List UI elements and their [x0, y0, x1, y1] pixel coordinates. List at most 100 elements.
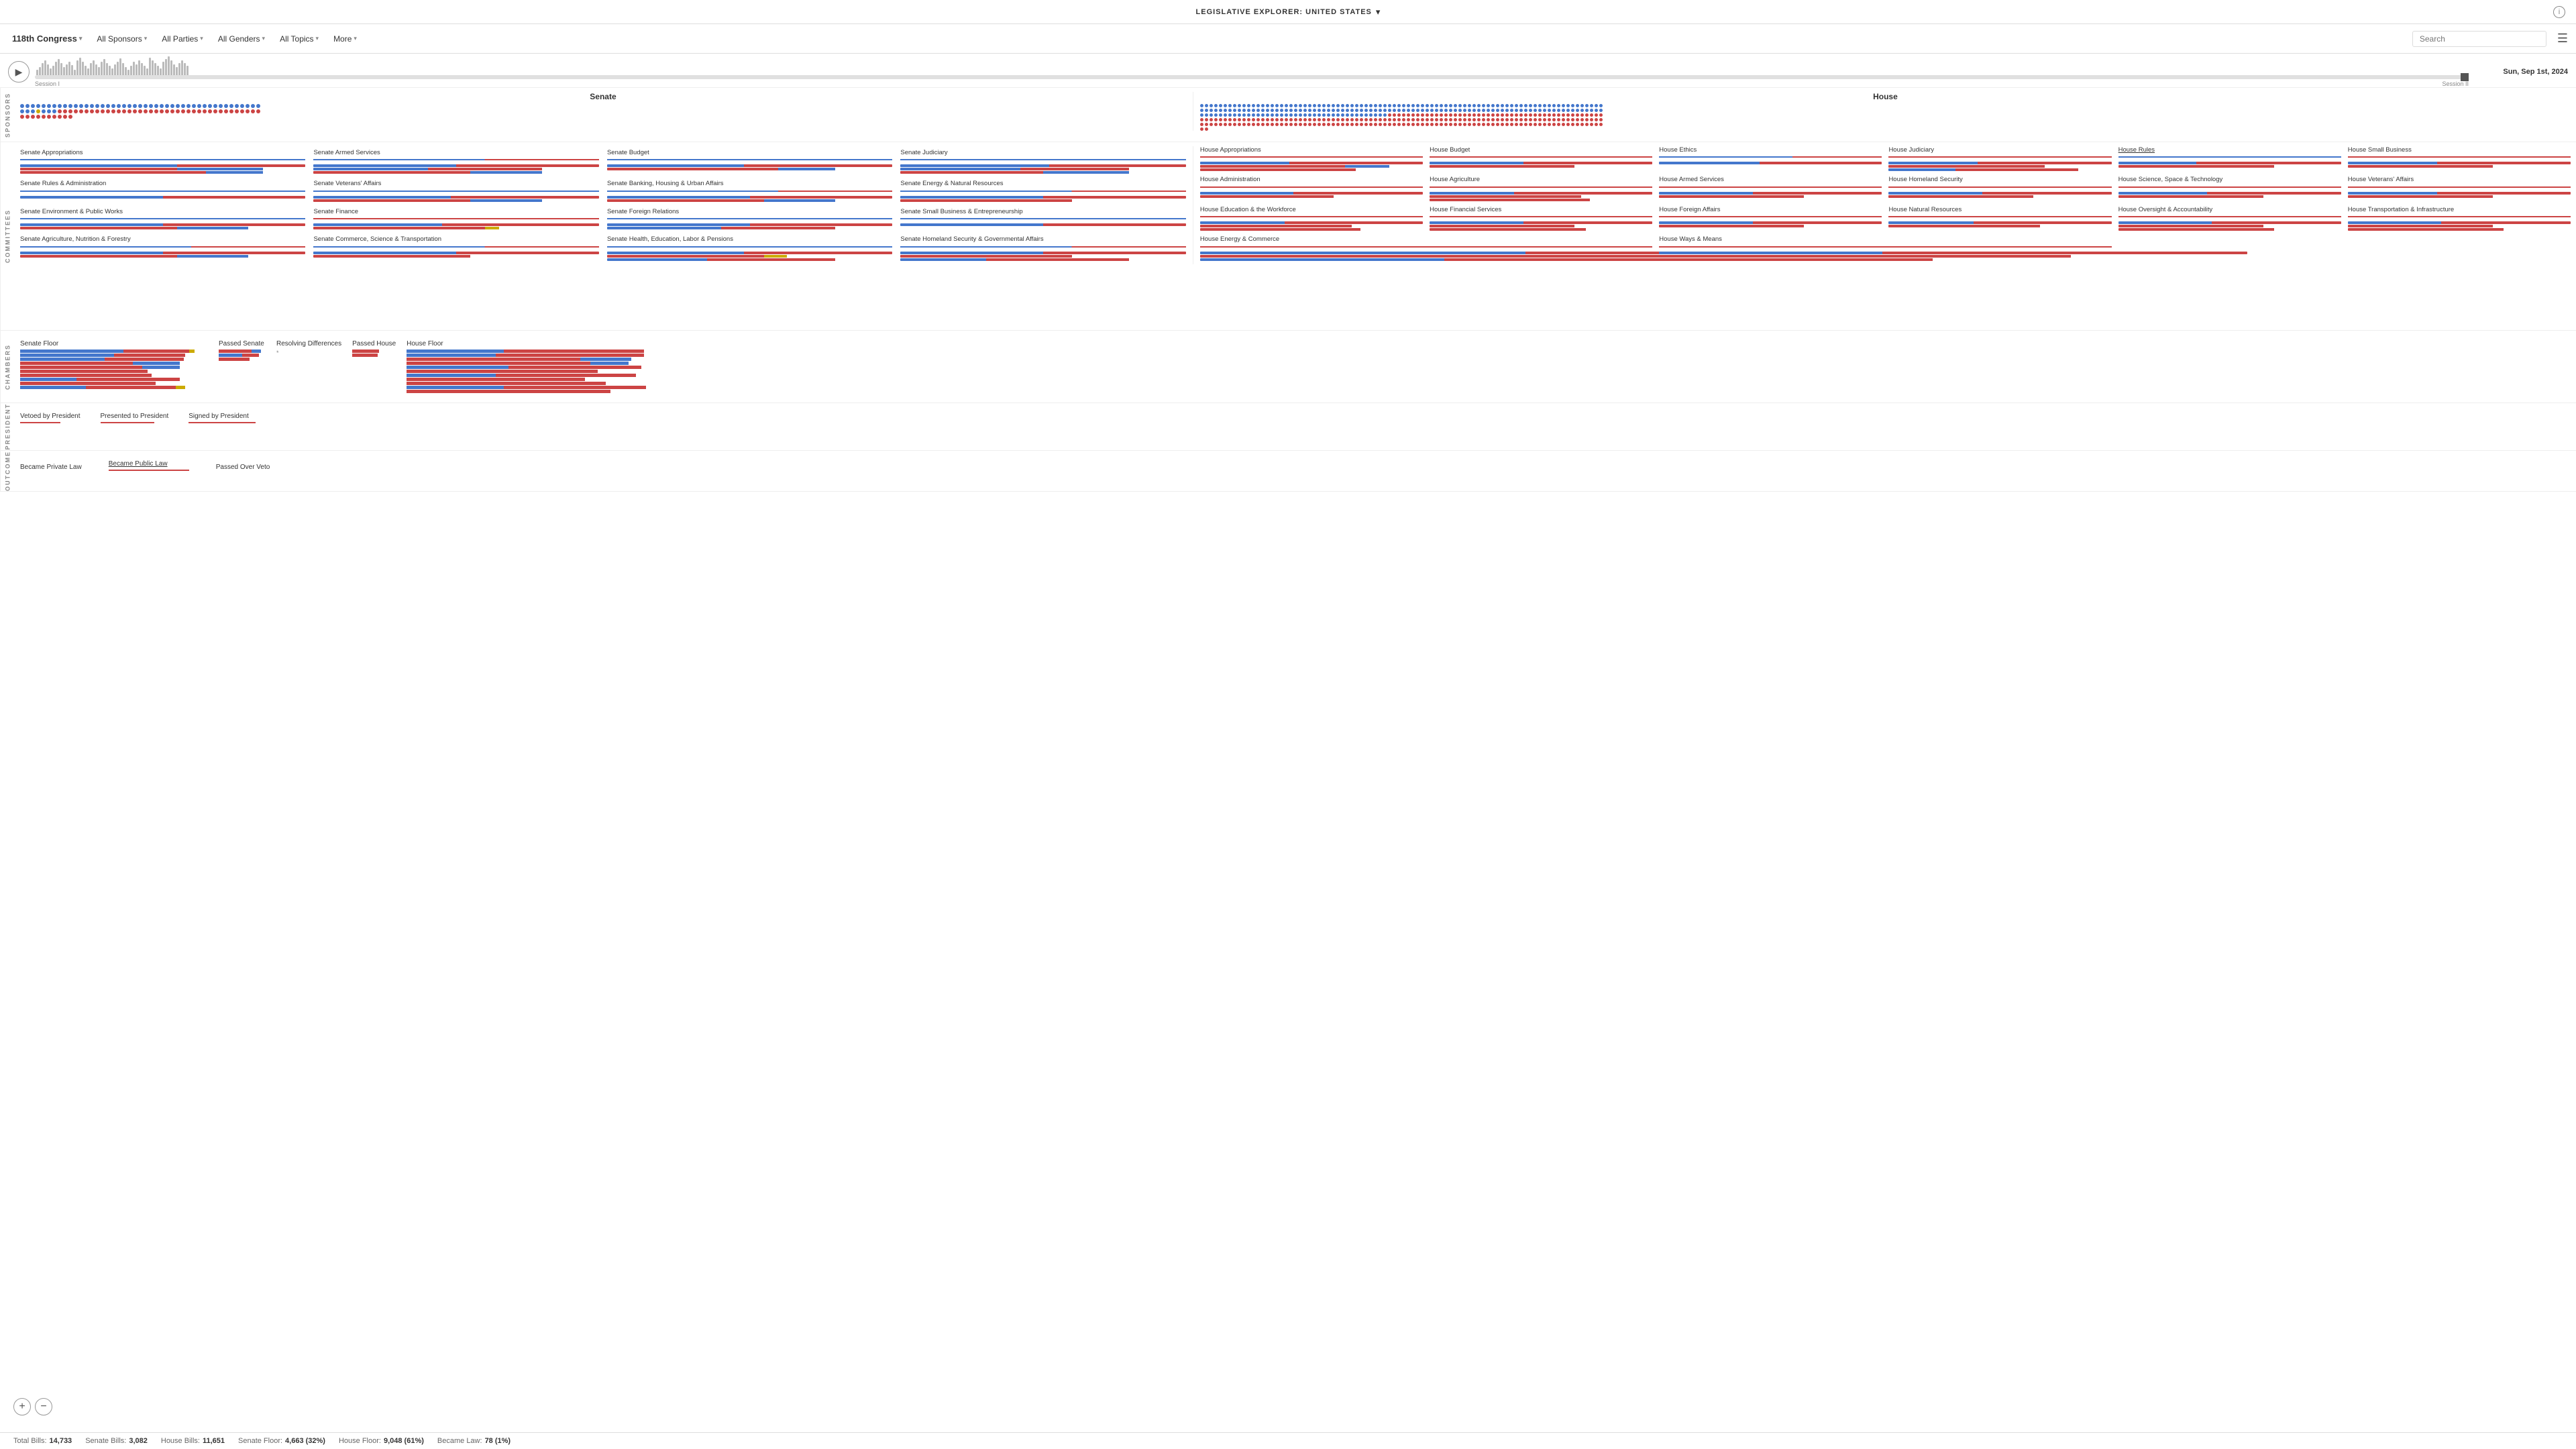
senate-bills-stat: Senate Bills: 3,082	[85, 1437, 148, 1445]
house-committee-budget[interactable]: House Budget	[1430, 146, 1652, 172]
house-committee-small-business[interactable]: House Small Business	[2348, 146, 2571, 172]
passed-over-veto-item: Passed Over Veto	[216, 464, 270, 471]
senate-committee-banking[interactable]: Senate Banking, Housing & Urban Affairs	[607, 180, 892, 202]
congress-filter[interactable]: 118th Congress ▾	[8, 31, 86, 46]
menu-icon[interactable]: ☰	[2557, 32, 2568, 46]
house-committee-agriculture[interactable]: House Agriculture	[1430, 176, 1652, 201]
house-committee-natural-resources[interactable]: House Natural Resources	[1888, 206, 2111, 231]
senate-committee-health[interactable]: Senate Health, Education, Labor & Pensio…	[607, 235, 892, 261]
became-public-law-item: Became Public Law	[109, 460, 189, 471]
page-title: LEGISLATIVE EXPLORER: UNITED STATES	[1196, 8, 1372, 16]
timeline-histogram	[35, 56, 2469, 75]
passed-house-bars	[352, 350, 396, 357]
senate-committees-grid: Senate Appropriations Senate Armed Servi…	[20, 146, 1186, 264]
senate-floor-item: Senate Floor	[20, 340, 208, 389]
passed-senate-item: Passed Senate	[219, 340, 266, 361]
zoom-out-button[interactable]: −	[35, 1398, 52, 1415]
senate-committee-finance[interactable]: Senate Finance	[313, 208, 598, 230]
vetoed-label: Vetoed by President	[20, 413, 80, 420]
current-date: Sun, Sep 1st, 2024	[2474, 68, 2568, 76]
senate-committee-appropriations[interactable]: Senate Appropriations	[20, 149, 305, 174]
filter-bar: 118th Congress ▾ All Sponsors ▾ All Part…	[0, 24, 2576, 54]
senate-floor-bars	[20, 350, 208, 389]
house-committee-veterans[interactable]: House Veterans' Affairs	[2348, 176, 2571, 201]
house-committee-transportation[interactable]: House Transportation & Infrastructure	[2348, 206, 2571, 231]
house-committee-judiciary[interactable]: House Judiciary	[1888, 146, 2111, 172]
veto-label: Passed Over Veto	[216, 464, 270, 471]
timeline-track[interactable]	[35, 75, 2469, 79]
parties-filter[interactable]: All Parties ▾	[158, 32, 207, 46]
senate-title: Senate	[20, 92, 1186, 101]
resolving-differences-item: Resolving Differences *	[276, 340, 341, 356]
signed-by-president-item: Signed by President	[189, 413, 256, 423]
house-committee-ways-means[interactable]: House Ways & Means	[1659, 235, 2111, 261]
senate-sponsor-dots: (function(){ var container = document.cu…	[20, 104, 262, 119]
passed-house-item: Passed House	[352, 340, 396, 357]
house-committee-foreign[interactable]: House Foreign Affairs	[1659, 206, 1882, 231]
committees-label: COMMITTEES	[0, 142, 15, 330]
became-private-law-item: Became Private Law	[20, 464, 82, 471]
session2-label: Session II	[2442, 80, 2469, 87]
house-committee-appropriations[interactable]: House Appropriations	[1200, 146, 1423, 172]
house-committee-energy-commerce[interactable]: House Energy & Commerce	[1200, 235, 1652, 261]
sponsors-label: SPONSORS	[0, 88, 15, 142]
senate-committee-small-biz[interactable]: Senate Small Business & Entrepreneurship	[900, 208, 1185, 230]
senate-committee-homeland[interactable]: Senate Homeland Security & Governmental …	[900, 235, 1185, 261]
house-floor-stat: House Floor: 9,048 (61%)	[339, 1437, 424, 1445]
private-law-label: Became Private Law	[20, 464, 82, 471]
zoom-controls: + −	[13, 1398, 52, 1415]
presented-to-president-item: Presented to President	[101, 413, 169, 423]
passed-house-label: Passed House	[352, 340, 396, 347]
zoom-in-button[interactable]: +	[13, 1398, 31, 1415]
senate-committee-rules[interactable]: Senate Rules & Administration	[20, 180, 305, 202]
house-committee-rules[interactable]: House Rules	[2118, 146, 2341, 172]
senate-committee-budget[interactable]: Senate Budget	[607, 149, 892, 174]
chambers-label: CHAMBERS	[0, 331, 15, 402]
house-committee-science[interactable]: House Science, Space & Technology	[2118, 176, 2341, 201]
senate-committee-foreign[interactable]: Senate Foreign Relations	[607, 208, 892, 230]
senate-committee-agriculture[interactable]: Senate Agriculture, Nutrition & Forestry	[20, 235, 305, 261]
house-committee-oversight[interactable]: House Oversight & Accountability	[2118, 206, 2341, 231]
senate-committee-armed-services[interactable]: Senate Armed Services	[313, 149, 598, 174]
house-committee-homeland[interactable]: House Homeland Security	[1888, 176, 2111, 201]
senate-committee-judiciary[interactable]: Senate Judiciary	[900, 149, 1185, 174]
senate-committee-environment[interactable]: Senate Environment & Public Works	[20, 208, 305, 230]
info-icon[interactable]: i	[2553, 6, 2565, 18]
became-law-stat: Became Law: 78 (1%)	[437, 1437, 511, 1445]
house-title: House	[1200, 92, 2571, 101]
house-committee-education[interactable]: House Education & the Workforce	[1200, 206, 1423, 231]
outcome-label: OUTCOME	[0, 451, 15, 491]
house-committees-grid: House Appropriations House Budget	[1200, 146, 2571, 262]
president-label: PRESIDENT	[0, 403, 15, 450]
house-committee-administration[interactable]: House Administration	[1200, 176, 1423, 201]
senate-floor-stat: Senate Floor: 4,663 (32%)	[238, 1437, 325, 1445]
play-button[interactable]: ▶	[8, 61, 30, 83]
genders-filter[interactable]: All Genders ▾	[214, 32, 269, 46]
passed-senate-bars	[219, 350, 266, 361]
house-sponsor-dots: (function(){ var container = document.cu…	[1200, 104, 1603, 131]
public-law-label: Became Public Law	[109, 460, 189, 468]
house-bills-stat: House Bills: 11,651	[161, 1437, 225, 1445]
title-dropdown-icon[interactable]: ▾	[1376, 7, 1381, 17]
house-floor-bars	[407, 350, 661, 393]
top-bar: LEGISLATIVE EXPLORER: UNITED STATES ▾ i	[0, 0, 2576, 24]
total-bills-stat: Total Bills: 14,733	[13, 1437, 72, 1445]
house-committee-armed-services[interactable]: House Armed Services	[1659, 176, 1882, 201]
house-committee-ethics[interactable]: House Ethics	[1659, 146, 1882, 172]
more-filter[interactable]: More ▾	[329, 32, 361, 46]
presented-label: Presented to President	[101, 413, 169, 420]
senate-committee-veterans[interactable]: Senate Veterans' Affairs	[313, 180, 598, 202]
senate-committee-energy[interactable]: Senate Energy & Natural Resources	[900, 180, 1185, 202]
house-floor-item: House Floor	[407, 340, 661, 393]
vetoed-by-president-item: Vetoed by President	[20, 413, 80, 423]
senate-committee-commerce[interactable]: Senate Commerce, Science & Transportatio…	[313, 235, 598, 261]
timeline-thumb[interactable]	[2461, 73, 2469, 81]
passed-senate-label: Passed Senate	[219, 340, 266, 347]
topics-filter[interactable]: All Topics ▾	[276, 32, 323, 46]
session1-label: Session I	[35, 80, 60, 87]
search-input[interactable]	[2412, 31, 2546, 47]
house-committee-financial[interactable]: House Financial Services	[1430, 206, 1652, 231]
house-floor-label: House Floor	[407, 340, 661, 347]
sponsors-filter[interactable]: All Sponsors ▾	[93, 32, 151, 46]
stats-bar: Total Bills: 14,733 Senate Bills: 3,082 …	[0, 1432, 2576, 1449]
